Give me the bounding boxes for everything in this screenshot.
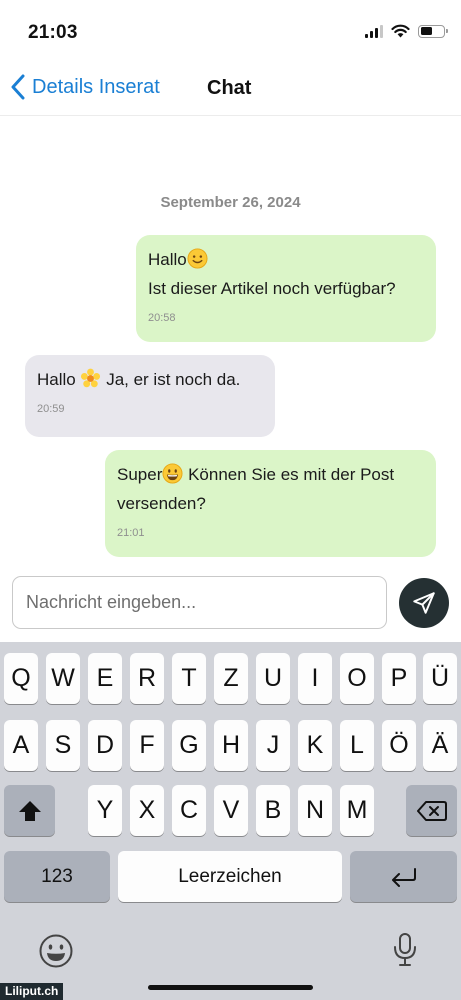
key-g[interactable]: G xyxy=(172,720,206,771)
emoji-keyboard-button[interactable] xyxy=(38,933,74,969)
return-key[interactable] xyxy=(350,851,457,902)
grinning-face-icon xyxy=(162,463,183,484)
message-bubble-incoming[interactable]: Hallo Ja, er ist noch da. 20:59 xyxy=(25,355,275,437)
watermark: Liliput.ch xyxy=(0,983,64,1000)
backspace-key[interactable] xyxy=(406,785,457,836)
back-button-label: Details Inserat xyxy=(32,75,160,98)
key-d[interactable]: D xyxy=(88,720,122,771)
message-timestamp: 20:58 xyxy=(148,312,176,324)
message-composer xyxy=(0,576,461,634)
battery-icon xyxy=(418,24,448,38)
key-e[interactable]: E xyxy=(88,653,122,704)
numbers-key[interactable]: 123 xyxy=(4,851,110,902)
return-icon xyxy=(391,867,416,887)
key-b[interactable]: B xyxy=(256,785,290,836)
key-f[interactable]: F xyxy=(130,720,164,771)
send-button[interactable] xyxy=(399,578,449,628)
wifi-icon xyxy=(391,24,410,38)
key-s[interactable]: S xyxy=(46,720,80,771)
key-j[interactable]: J xyxy=(256,720,290,771)
status-bar: 21:03 xyxy=(0,0,461,62)
key-a-umlaut[interactable]: Ä xyxy=(423,720,457,771)
key-m[interactable]: M xyxy=(340,785,374,836)
status-time: 21:03 xyxy=(28,22,78,43)
date-separator: September 26, 2024 xyxy=(160,194,301,211)
dictation-button[interactable] xyxy=(392,932,418,968)
space-key[interactable]: Leerzeichen xyxy=(118,851,342,902)
key-u[interactable]: U xyxy=(256,653,290,704)
message-input[interactable] xyxy=(12,576,387,629)
key-a[interactable]: A xyxy=(4,720,38,771)
key-o-umlaut[interactable]: Ö xyxy=(382,720,416,771)
emoji-face-icon xyxy=(39,934,73,968)
nav-bar: Details Inserat Chat xyxy=(0,62,461,116)
shift-key[interactable] xyxy=(4,785,55,836)
backspace-icon xyxy=(416,800,447,821)
message-text: Super Können Sie es mit der Post versend… xyxy=(117,463,395,513)
key-q[interactable]: Q xyxy=(4,653,38,704)
key-z[interactable]: Z xyxy=(214,653,248,704)
key-t[interactable]: T xyxy=(172,653,206,704)
message-text: Hallo Ja, er ist noch da. xyxy=(37,368,241,389)
key-x[interactable]: X xyxy=(130,785,164,836)
message-timestamp: 21:01 xyxy=(117,527,145,539)
key-r[interactable]: R xyxy=(130,653,164,704)
page-title: Chat xyxy=(207,77,252,99)
key-n[interactable]: N xyxy=(298,785,332,836)
key-k[interactable]: K xyxy=(298,720,332,771)
home-indicator[interactable] xyxy=(148,985,313,990)
keyboard: Q W E R T Z U I O P Ü A S D F G H J K L … xyxy=(0,642,461,1000)
key-i[interactable]: I xyxy=(298,653,332,704)
key-u-umlaut[interactable]: Ü xyxy=(423,653,457,704)
cellular-signal-icon xyxy=(365,24,383,38)
back-button[interactable]: Details Inserat xyxy=(10,74,160,100)
status-icons xyxy=(365,24,448,38)
message-bubble-outgoing[interactable]: Hallo Ist dieser Artikel noch verfügbar?… xyxy=(136,235,436,342)
key-v[interactable]: V xyxy=(214,785,248,836)
slightly-smiling-face-icon xyxy=(187,248,208,269)
blossom-icon xyxy=(81,368,101,388)
key-h[interactable]: H xyxy=(214,720,248,771)
key-y[interactable]: Y xyxy=(88,785,122,836)
message-bubble-outgoing[interactable]: Super Können Sie es mit der Post versend… xyxy=(105,450,436,557)
key-l[interactable]: L xyxy=(340,720,374,771)
chat-area[interactable]: September 26, 2024 Hallo Ist dieser Arti… xyxy=(0,117,461,570)
key-o[interactable]: O xyxy=(340,653,374,704)
key-p[interactable]: P xyxy=(382,653,416,704)
message-timestamp: 20:59 xyxy=(37,403,65,415)
key-c[interactable]: C xyxy=(172,785,206,836)
send-icon xyxy=(413,592,435,614)
shift-arrow-icon xyxy=(18,800,41,821)
chevron-left-icon xyxy=(11,74,25,100)
message-text: Hallo Ist dieser Artikel noch verfügbar? xyxy=(148,248,396,298)
key-w[interactable]: W xyxy=(46,653,80,704)
microphone-icon xyxy=(394,933,416,966)
